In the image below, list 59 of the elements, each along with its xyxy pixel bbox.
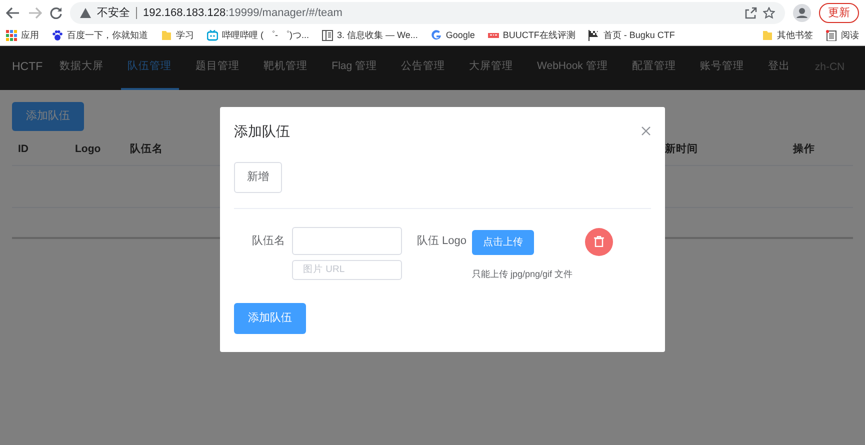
submit-button[interactable]: 添加队伍 — [234, 303, 306, 334]
update-button[interactable]: 更新 — [819, 3, 859, 23]
reading-list-button[interactable]: 阅读 — [826, 28, 859, 42]
image-url-field[interactable]: 图片 URL — [292, 260, 402, 280]
nav-tab[interactable]: 账号管理 — [692, 46, 751, 90]
close-icon — [641, 126, 651, 136]
nav-tab[interactable]: Flag 管理 — [324, 46, 384, 90]
bookmark-item[interactable]: Google — [430, 28, 475, 42]
nav-tab[interactable]: 大屏管理 — [462, 46, 520, 90]
nav-tab[interactable]: 登出 — [760, 46, 797, 90]
upload-hint: 只能上传 jpg/png/gif 文件 — [472, 268, 573, 281]
reading-list-icon — [826, 30, 837, 41]
tv-icon — [207, 30, 218, 41]
dialog-title: 添加队伍 — [234, 122, 290, 141]
nav-tab[interactable]: 靶机管理 — [256, 46, 315, 90]
warning-icon — [80, 8, 91, 18]
bookmark-item[interactable]: 学习 — [161, 28, 194, 42]
share-icon[interactable] — [745, 7, 757, 19]
bookmark-item[interactable]: 应用 — [6, 28, 39, 42]
profile-icon[interactable] — [793, 4, 811, 22]
book-icon — [322, 30, 333, 41]
bookmark-item[interactable]: 哔哩哔哩 ( ゜- ゜)つ... — [207, 28, 309, 42]
column-header: 队伍名 — [130, 142, 164, 156]
folder-icon — [161, 30, 172, 41]
nav-tab[interactable]: 配置管理 — [624, 46, 683, 90]
bookmark-item[interactable]: 3. 信息收集 — We... — [322, 28, 418, 42]
nav-tab[interactable]: 公告管理 — [394, 46, 452, 90]
security-label: 不安全 — [97, 6, 130, 21]
column-header: 新时间 — [665, 142, 699, 156]
google-g-icon — [430, 30, 442, 41]
nav-tab[interactable]: 数据大屏 — [52, 46, 111, 90]
bookmark-item[interactable]: 其他书签 — [762, 28, 813, 42]
brand-logo: HCTF — [12, 60, 43, 76]
flag-icon — [588, 30, 600, 41]
column-header: ID — [18, 142, 30, 156]
field-label: 队伍名 — [252, 234, 285, 248]
back-icon[interactable] — [6, 7, 20, 19]
bookmark-item[interactable]: 首页 - Bugku CTF — [588, 28, 675, 42]
delete-button[interactable] — [585, 228, 613, 256]
url-text: 192.168.183.128:19999/manager/#/team — [136, 7, 342, 19]
column-header: Logo — [75, 142, 102, 156]
nav-tab[interactable]: WebHook 管理 — [530, 46, 615, 90]
bookmark-item[interactable]: BUUCTF在线评测 — [488, 28, 576, 42]
add-team-button[interactable]: 添加队伍 — [12, 102, 84, 130]
tag-icon — [488, 30, 499, 41]
apps-icon — [6, 30, 17, 41]
trash-icon — [594, 236, 604, 247]
add-row-button[interactable]: 新增 — [234, 162, 282, 192]
upload-button[interactable]: 点击上传 — [472, 230, 534, 254]
address-bar[interactable]: 不安全 192.168.183.128:19999/manager/#/team — [70, 2, 785, 24]
paw-icon — [52, 30, 63, 41]
column-header: 操作 — [793, 142, 816, 156]
star-icon[interactable] — [763, 7, 775, 19]
field-label: 队伍 Logo — [417, 234, 468, 248]
team-name-field[interactable] — [292, 226, 402, 254]
bookmark-item[interactable]: 百度一下，你就知道 — [52, 28, 148, 42]
nav-tab[interactable]: 题目管理 — [188, 46, 247, 90]
folder-icon — [762, 30, 773, 41]
reload-icon[interactable] — [50, 7, 62, 19]
